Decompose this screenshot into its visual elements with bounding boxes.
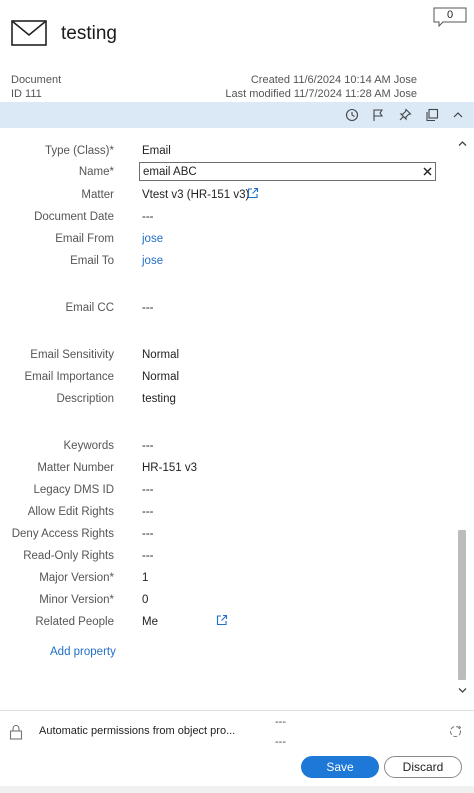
clear-icon[interactable] <box>421 165 434 178</box>
email-to-label: Email To <box>70 255 114 267</box>
save-button[interactable]: Save <box>301 756 379 778</box>
email-importance-value[interactable]: Normal <box>142 371 179 383</box>
matter-number-value[interactable]: HR-151 v3 <box>142 462 197 474</box>
name-field[interactable] <box>139 162 436 181</box>
property-email-to: Email To jose <box>0 254 455 272</box>
description-value[interactable]: testing <box>142 393 176 405</box>
related-people-value[interactable]: Me <box>142 616 158 628</box>
read-only-rights-value[interactable]: --- <box>142 550 154 562</box>
email-cc-value[interactable]: --- <box>142 302 154 314</box>
name-input[interactable] <box>143 164 413 179</box>
audit-info: Created 11/6/2024 10:14 AM Jose Last mod… <box>225 73 417 101</box>
property-minor-version: Minor Version* 0 <box>0 593 455 611</box>
property-legacy-dms-id: Legacy DMS ID --- <box>0 483 455 501</box>
allow-edit-rights-label: Allow Edit Rights <box>27 506 114 518</box>
email-cc-label: Email CC <box>65 302 114 314</box>
email-sensitivity-value[interactable]: Normal <box>142 349 179 361</box>
property-type-class: Type (Class)* Email <box>0 144 455 162</box>
property-email-from: Email From jose <box>0 232 455 250</box>
header: testing 0 Document ID 111 Created 11/6/2… <box>0 0 474 100</box>
property-keywords: Keywords --- <box>0 439 455 457</box>
document-date-value[interactable]: --- <box>142 211 154 223</box>
modified-info: Last modified 11/7/2024 11:28 AM Jose <box>225 88 417 100</box>
pin-icon[interactable] <box>398 108 412 122</box>
property-allow-edit-rights: Allow Edit Rights --- <box>0 505 455 523</box>
discard-button[interactable]: Discard <box>384 756 462 778</box>
scroll-down-icon[interactable] <box>458 686 467 695</box>
created-info: Created 11/6/2024 10:14 AM Jose <box>250 74 417 86</box>
email-to-link[interactable]: jose <box>142 255 163 267</box>
allow-edit-rights-value[interactable]: --- <box>142 506 154 518</box>
toolbar <box>0 102 474 128</box>
email-sensitivity-label: Email Sensitivity <box>30 349 114 361</box>
legacy-dms-id-value[interactable]: --- <box>142 484 154 496</box>
document-date-label: Document Date <box>34 211 114 223</box>
property-read-only-rights: Read-Only Rights --- <box>0 549 455 567</box>
major-version-value[interactable]: 1 <box>142 572 148 584</box>
comments-button[interactable]: 0 <box>433 7 467 27</box>
scrollbar-thumb[interactable] <box>458 530 466 680</box>
property-matter: Matter Vtest v3 (HR-151 v3) <box>0 188 455 206</box>
property-description: Description testing <box>0 392 455 410</box>
matter-label: Matter <box>81 189 114 201</box>
email-from-label: Email From <box>55 233 114 245</box>
property-email-cc: Email CC --- <box>0 301 455 319</box>
bottom-strip <box>0 786 474 793</box>
scroll-up-icon[interactable] <box>458 139 467 148</box>
property-matter-number: Matter Number HR-151 v3 <box>0 461 455 479</box>
copy-icon[interactable] <box>425 108 439 122</box>
comment-count: 0 <box>446 9 454 21</box>
document-title: testing <box>61 23 117 44</box>
description-label: Description <box>56 393 114 405</box>
type-class-label: Type (Class)* <box>44 145 114 157</box>
deny-access-rights-value[interactable]: --- <box>142 528 154 540</box>
minor-version-value[interactable]: 0 <box>142 594 148 606</box>
doc-type: Document <box>11 74 62 86</box>
matter-number-label: Matter Number <box>37 462 114 474</box>
email-from-link[interactable]: jose <box>142 233 163 245</box>
refresh-icon[interactable] <box>448 724 463 739</box>
lock-icon <box>9 725 23 740</box>
matter-value[interactable]: Vtest v3 (HR-151 v3) <box>142 189 249 201</box>
major-version-label: Major Version* <box>39 572 114 584</box>
flag-icon[interactable] <box>371 108 385 122</box>
scrollbar[interactable] <box>455 134 470 700</box>
property-document-date: Document Date --- <box>0 210 455 228</box>
minor-version-label: Minor Version* <box>39 594 114 606</box>
add-property-link[interactable]: Add property <box>50 646 116 658</box>
mail-icon <box>11 20 47 46</box>
property-email-sensitivity: Email Sensitivity Normal <box>0 348 455 366</box>
legacy-dms-id-label: Legacy DMS ID <box>33 484 114 496</box>
history-icon[interactable] <box>345 108 359 122</box>
permissions-value-top: --- <box>275 716 286 728</box>
open-external-icon[interactable] <box>247 187 259 199</box>
property-email-importance: Email Importance Normal <box>0 370 455 388</box>
type-class-value[interactable]: Email <box>142 145 171 157</box>
name-label: Name* <box>78 166 114 178</box>
permissions-text: Automatic permissions from object pro... <box>39 725 236 737</box>
footer-divider <box>0 710 474 711</box>
keywords-label: Keywords <box>63 440 115 452</box>
doc-id: ID 111 <box>11 88 42 100</box>
property-major-version: Major Version* 1 <box>0 571 455 589</box>
deny-access-rights-label: Deny Access Rights <box>11 528 114 540</box>
keywords-value[interactable]: --- <box>142 440 154 452</box>
document-meta: Document ID 111 <box>11 73 61 101</box>
open-external-icon[interactable] <box>216 614 228 626</box>
permissions-value-bottom: --- <box>275 736 286 748</box>
related-people-label: Related People <box>35 616 114 628</box>
read-only-rights-label: Read-Only Rights <box>23 550 114 562</box>
property-deny-access-rights: Deny Access Rights --- <box>0 527 455 545</box>
email-importance-label: Email Importance <box>24 371 114 383</box>
collapse-icon[interactable] <box>451 108 465 122</box>
